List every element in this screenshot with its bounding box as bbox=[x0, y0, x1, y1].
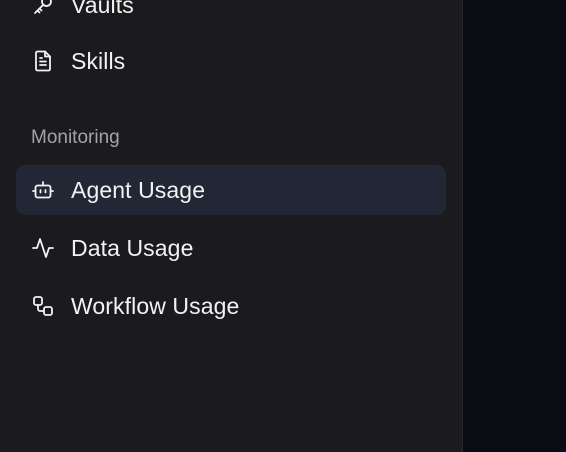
file-text-icon bbox=[31, 49, 55, 73]
bot-icon bbox=[31, 178, 55, 202]
sidebar-item-label: Agent Usage bbox=[71, 176, 206, 203]
sidebar-item-skills[interactable]: Skills bbox=[16, 36, 446, 86]
sidebar-item-vaults[interactable]: Vaults bbox=[16, 0, 446, 30]
main-content bbox=[463, 0, 566, 452]
sidebar: Vaults Skills Monitoring Agent Usage Dat… bbox=[0, 0, 463, 452]
sidebar-item-agent-usage[interactable]: Agent Usage bbox=[16, 165, 446, 215]
sidebar-item-label: Skills bbox=[71, 47, 126, 74]
sidebar-item-label: Data Usage bbox=[71, 234, 194, 261]
activity-icon bbox=[31, 236, 55, 260]
sidebar-item-workflow-usage[interactable]: Workflow Usage bbox=[16, 281, 446, 331]
workflow-icon bbox=[31, 294, 55, 318]
key-icon bbox=[31, 0, 55, 17]
sidebar-item-data-usage[interactable]: Data Usage bbox=[16, 223, 446, 273]
sidebar-item-label: Workflow Usage bbox=[71, 292, 240, 319]
section-header-monitoring: Monitoring bbox=[31, 127, 120, 148]
sidebar-item-label: Vaults bbox=[71, 0, 134, 18]
